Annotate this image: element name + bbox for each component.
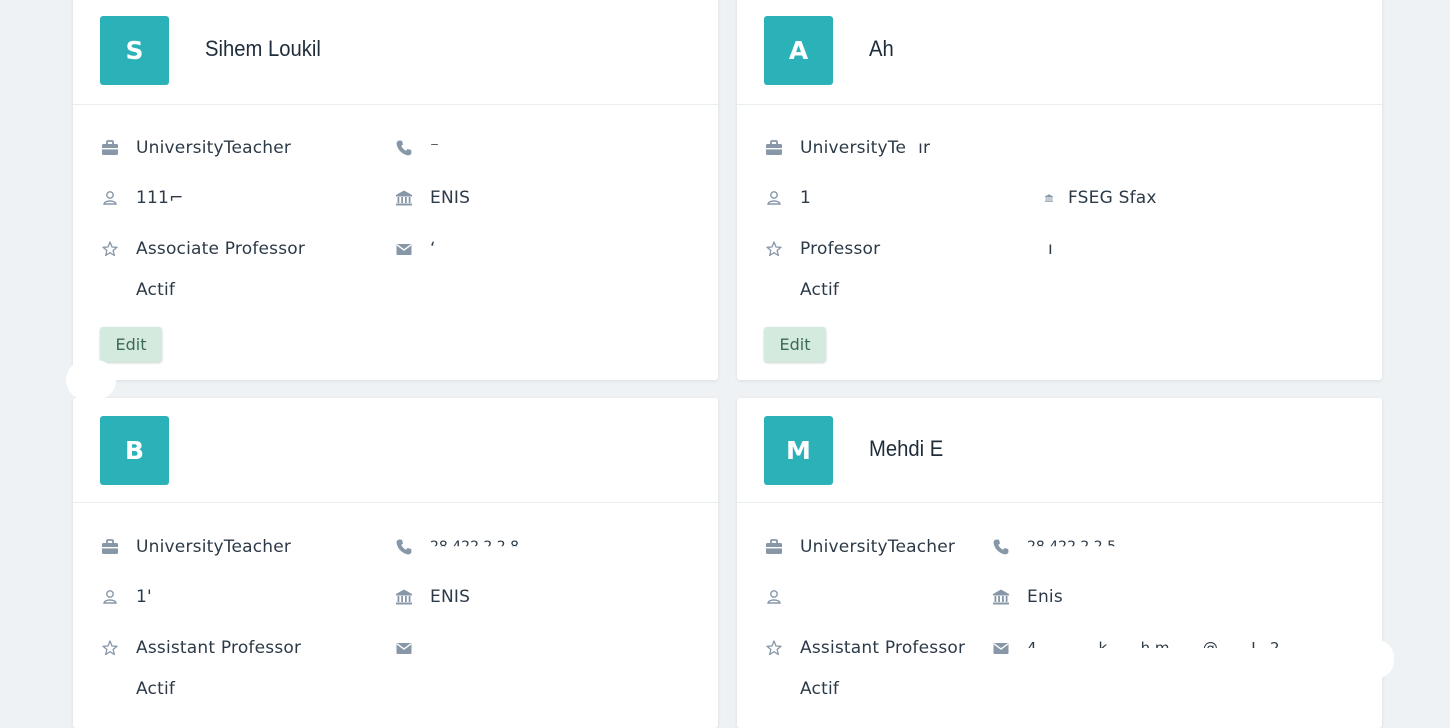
institution-row: ENIS (394, 586, 470, 608)
briefcase-icon (100, 138, 120, 158)
teacher-card: A Ah UniversityTe ır 1 Professor Actif F… (737, 0, 1382, 380)
status-row: Actif (136, 279, 175, 301)
briefcase-icon (764, 138, 784, 158)
phone-text: ⁻ (430, 138, 440, 158)
status-row: Actif (136, 678, 175, 700)
status-text: Actif (136, 679, 176, 699)
mail-icon (394, 638, 414, 658)
star-icon (100, 239, 120, 259)
id-text: 111⌐ (136, 188, 184, 208)
role-text: UniversityTeacher (800, 537, 956, 557)
institution-text: FSEG Sfax (1068, 188, 1157, 208)
avatar: M (764, 416, 833, 485)
email-row: 4 . . . . . . k . . . h m . . . @ . . . … (991, 637, 1299, 659)
status-text: Actif (136, 280, 176, 300)
role-text: UniversityTe (800, 138, 907, 158)
teacher-name[interactable]: Ah (869, 36, 894, 62)
role-text: UniversityTeacher (136, 138, 292, 158)
email-text: 4 . . . . . . k . . . h m . . . @ . . . … (1027, 639, 1299, 657)
role-row: UniversityTeacher (100, 137, 291, 159)
id-text: 1' (136, 587, 152, 607)
email-text: ı (1048, 239, 1053, 259)
role-row: UniversityTe ır (764, 137, 930, 159)
mail-icon (991, 638, 1011, 658)
edit-button[interactable]: Edit (100, 327, 162, 362)
email-row: ı (1048, 238, 1053, 260)
phone-row: 28 422 2 2 8 (394, 536, 519, 558)
star-icon (100, 638, 120, 658)
role-text: UniversityTeacher (136, 537, 292, 557)
user-icon (100, 188, 120, 208)
institution-text: ENIS (430, 587, 471, 607)
star-icon (764, 239, 784, 259)
id-row: 1' (100, 586, 152, 608)
edge-highlight (1360, 640, 1394, 678)
institution-text: Enis (1027, 587, 1063, 607)
grade-row: Professor (764, 238, 880, 260)
phone-row: 28 422 2 2 5 (991, 536, 1116, 558)
user-icon (100, 587, 120, 607)
avatar: S (100, 16, 169, 85)
grade-row: Associate Professor (100, 238, 305, 260)
role-row: UniversityTeacher (764, 536, 955, 558)
grade-text: Professor (800, 239, 881, 259)
bank-icon (394, 188, 414, 208)
bank-icon (1044, 188, 1054, 208)
status-row: Actif (800, 678, 839, 700)
user-icon (764, 188, 784, 208)
grade-row: Assistant Professor (100, 637, 301, 659)
status-text: Actif (800, 280, 840, 300)
institution-row: ENIS (394, 187, 470, 209)
institution-row: FSEG Sfax (1044, 187, 1157, 209)
phone-icon (394, 537, 414, 557)
edge-highlight (66, 360, 116, 400)
role-text-suffix: ır (918, 138, 931, 158)
teacher-name[interactable]: Mehdi E (869, 436, 943, 462)
phone-text: 28 422 2 2 5 (1027, 539, 1117, 555)
bank-icon (394, 587, 414, 607)
role-row: UniversityTeacher (100, 536, 291, 558)
status-row: Actif (800, 279, 839, 301)
id-row: 1 (764, 187, 811, 209)
grade-text: Assistant Professor (136, 638, 302, 658)
id-row: 111⌐ (100, 187, 184, 209)
phone-icon (991, 537, 1011, 557)
grade-text: Associate Professor (136, 239, 306, 259)
id-text: 1 (800, 188, 812, 208)
institution-row: Enis (991, 586, 1063, 608)
avatar: B (100, 416, 169, 485)
grade-row: Assistant Professor (764, 637, 965, 659)
teacher-name[interactable]: Sihem Loukil (205, 36, 321, 62)
card-header: A Ah (737, 0, 1382, 105)
bank-icon (991, 587, 1011, 607)
teacher-card: B UniversityTeacher 1' Assistant Profess… (73, 398, 718, 728)
phone-row: ⁻ (394, 137, 439, 159)
mail-icon (394, 239, 414, 259)
email-text: ‘ (430, 239, 436, 259)
card-header: B (73, 398, 718, 503)
phone-icon (394, 138, 414, 158)
edit-button[interactable]: Edit (764, 327, 826, 362)
card-header: S Sihem Loukil (73, 0, 718, 105)
id-row (764, 586, 800, 608)
email-row (394, 637, 430, 659)
user-icon (764, 587, 784, 607)
teacher-card: M Mehdi E UniversityTeacher Assistant Pr… (737, 398, 1382, 728)
avatar: A (764, 16, 833, 85)
star-icon (764, 638, 784, 658)
briefcase-icon (100, 537, 120, 557)
card-header: M Mehdi E (737, 398, 1382, 503)
teacher-card: S Sihem Loukil UniversityTeacher 111⌐ As… (73, 0, 718, 380)
institution-text: ENIS (430, 188, 471, 208)
grade-text: Assistant Professor (800, 638, 966, 658)
briefcase-icon (764, 537, 784, 557)
email-row: ‘ (394, 238, 436, 260)
status-text: Actif (800, 679, 840, 699)
phone-text: 28 422 2 2 8 (430, 539, 520, 555)
